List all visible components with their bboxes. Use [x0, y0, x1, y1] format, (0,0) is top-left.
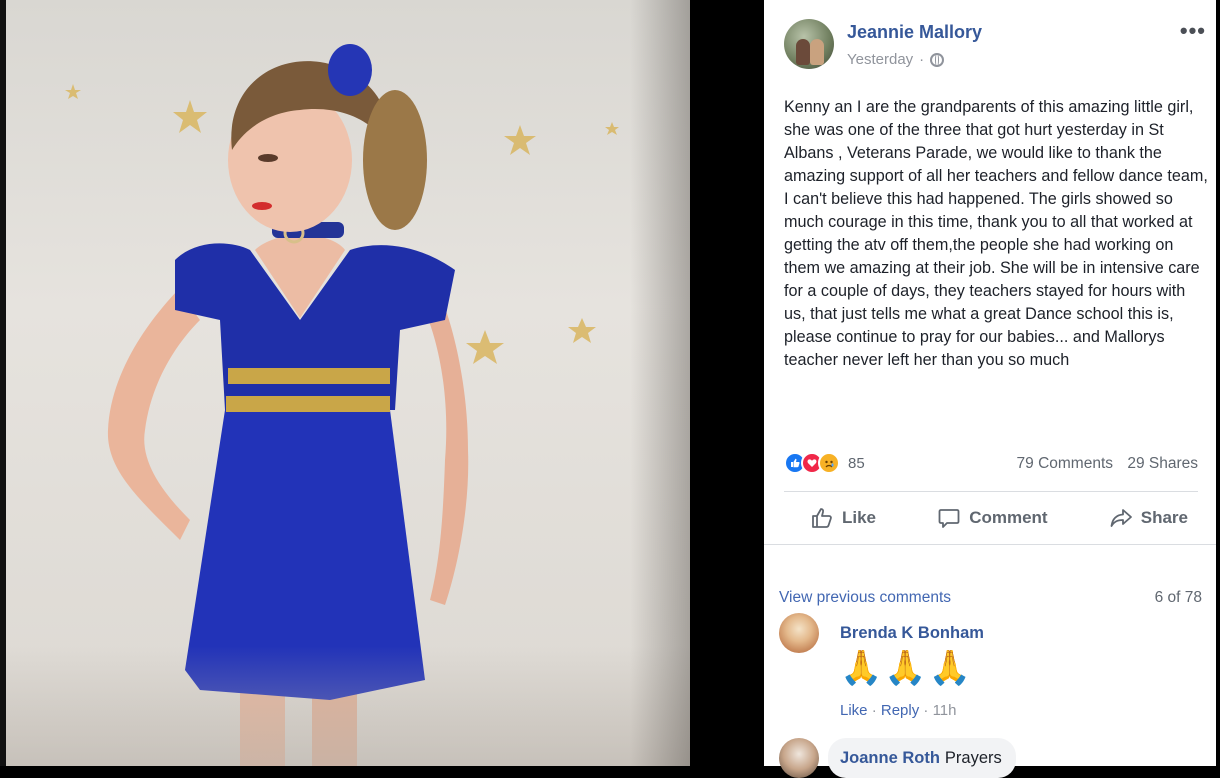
- comment-text: Prayers: [944, 748, 1002, 767]
- comment-label: Comment: [969, 508, 1048, 527]
- thumbs-up-icon: [812, 508, 832, 528]
- reaction-count: 85: [848, 454, 865, 472]
- comment-bubble: Joanne Roth Prayers: [828, 738, 1016, 778]
- post-meta: Yesterday ·: [847, 51, 945, 68]
- scrollbar[interactable]: [1216, 0, 1220, 766]
- author-name[interactable]: Jeannie Mallory: [847, 22, 982, 43]
- more-options-icon[interactable]: •••: [1180, 18, 1206, 44]
- post-photo[interactable]: [0, 0, 690, 766]
- sad-reaction-icon: [818, 452, 840, 474]
- commenter-name[interactable]: Brenda K Bonham: [840, 624, 984, 643]
- share-button[interactable]: Share: [1101, 506, 1196, 530]
- post-sidebar: Jeannie Mallory Yesterday · ••• Kenny an…: [764, 0, 1216, 778]
- commenter-avatar[interactable]: [779, 738, 819, 778]
- comment-button[interactable]: Comment: [929, 506, 1055, 530]
- share-label: Share: [1140, 508, 1188, 527]
- post-timestamp[interactable]: Yesterday: [847, 51, 913, 68]
- divider: [784, 491, 1198, 492]
- like-label: Like: [842, 508, 877, 527]
- comment-actions: Like · Reply · 11h: [840, 702, 957, 719]
- author-avatar[interactable]: [784, 19, 834, 69]
- section-separator: [764, 544, 1216, 572]
- share-arrow-icon: [1110, 509, 1132, 527]
- reaction-summary[interactable]: 85: [784, 452, 865, 474]
- post-body: Kenny an I are the grandparents of this …: [784, 98, 1208, 369]
- comment-like-link[interactable]: Like: [840, 702, 868, 719]
- comments-count-link[interactable]: 79 Comments: [1017, 455, 1113, 472]
- comment-text: 🙏🙏🙏: [840, 649, 974, 687]
- comment-position: 6 of 78: [1154, 589, 1202, 606]
- photo-viewer-gutter: [690, 0, 764, 766]
- engagement-counts: 79 Comments 29 Shares: [1007, 455, 1198, 473]
- comment-bubble-icon: [938, 509, 960, 528]
- globe-icon[interactable]: [930, 52, 945, 67]
- post-action-bar: Like Comment Share: [784, 496, 1198, 540]
- like-button[interactable]: Like: [802, 506, 884, 530]
- comment-reply-link[interactable]: Reply: [881, 702, 919, 719]
- shares-count-link[interactable]: 29 Shares: [1127, 455, 1198, 472]
- view-previous-comments-link[interactable]: View previous comments: [779, 589, 951, 607]
- commenter-name[interactable]: Joanne Roth: [840, 749, 940, 768]
- comment-time[interactable]: 11h: [933, 702, 957, 719]
- commenter-avatar[interactable]: [779, 613, 819, 653]
